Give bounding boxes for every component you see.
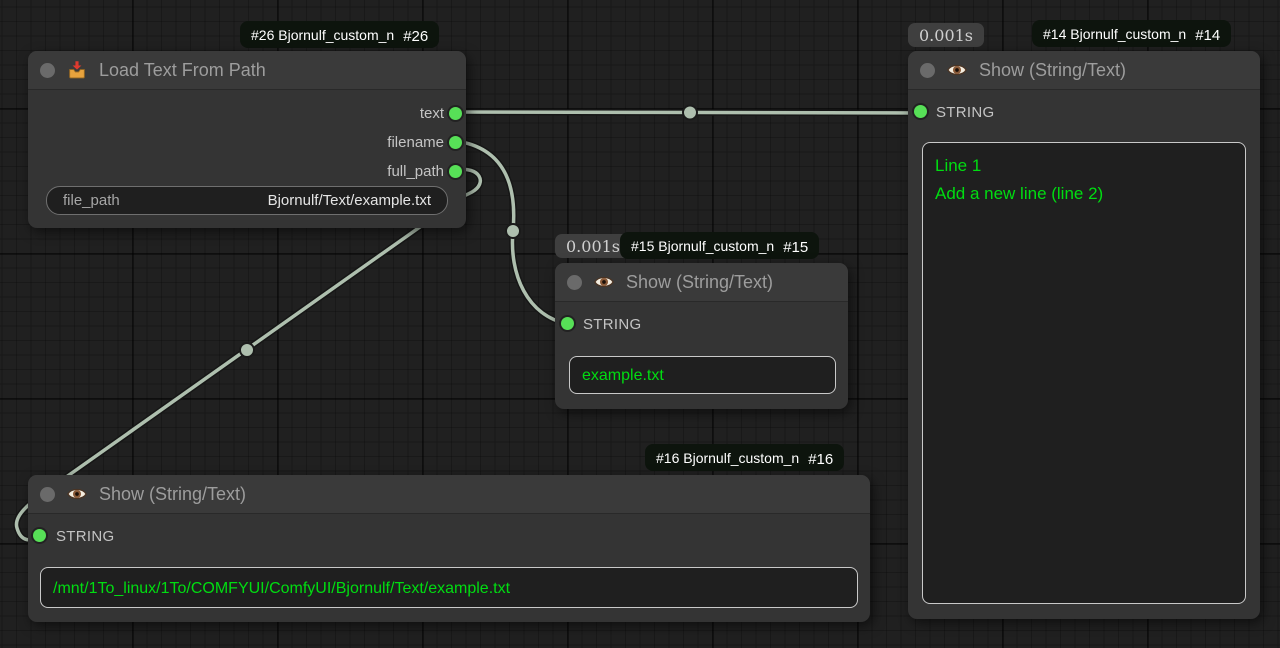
reroute-dot[interactable] [506, 224, 520, 238]
input-label-string: STRING [936, 104, 994, 121]
eye-icon [593, 271, 615, 293]
string-output-display[interactable]: example.txt [569, 356, 836, 394]
node-title: Show (String/Text) [99, 484, 246, 505]
node-load-text-from-path[interactable]: Load Text From Path text filename full_p… [28, 51, 466, 228]
badge-name-label: #26 Bjornulf_custom_n [251, 27, 394, 43]
reroute-dot[interactable] [683, 106, 697, 120]
string-output-display[interactable]: Line 1 Add a new line (line 2) [922, 142, 1246, 604]
output-dot-text[interactable] [449, 107, 462, 120]
input-dot-string[interactable] [561, 317, 574, 330]
output-dot-full-path[interactable] [449, 165, 462, 178]
collapse-button[interactable] [40, 63, 55, 78]
collapse-button[interactable] [920, 63, 935, 78]
node-title-bar[interactable]: Show (String/Text) [28, 475, 870, 514]
output-dot-filename[interactable] [449, 136, 462, 149]
badge-id-label: #15 [783, 239, 808, 256]
file-path-widget[interactable]: file_path Bjornulf/Text/example.txt [46, 186, 448, 215]
input-dot-string[interactable] [914, 105, 927, 118]
badge-name-label: #15 Bjornulf_custom_n [631, 238, 774, 254]
output-label-filename: filename [387, 134, 444, 151]
input-label-string: STRING [56, 528, 114, 545]
input-label-string: STRING [583, 316, 641, 333]
node-title-bar[interactable]: Load Text From Path [28, 51, 466, 90]
execution-time-badge: 0.001s [908, 23, 984, 47]
badge-id-label: #16 [808, 451, 833, 468]
output-slot-filename: filename [28, 128, 466, 157]
badge-name-label: #16 Bjornulf_custom_n [656, 450, 799, 466]
collapse-button[interactable] [40, 487, 55, 502]
input-slot-string: STRING [28, 523, 870, 549]
output-slot-full-path: full_path [28, 157, 466, 186]
string-output-display[interactable]: /mnt/1To_linux/1To/COMFYUI/ComfyUI/Bjorn… [40, 567, 858, 608]
node-badge-15: #15 Bjornulf_custom_n #15 [620, 232, 819, 259]
input-slot-string: STRING [908, 99, 1260, 125]
widget-label: file_path [63, 192, 120, 209]
comfyui-node-graph-canvas[interactable]: { "colors": { "wire": "#aebfae", "slot_d… [0, 0, 1280, 648]
widget-value: Bjornulf/Text/example.txt [268, 192, 431, 209]
execution-time-label: 0.001s [919, 26, 973, 45]
node-show-string-15[interactable]: Show (String/Text) STRING example.txt [555, 263, 848, 409]
badge-name-label: #14 Bjornulf_custom_n [1043, 26, 1186, 42]
execution-time-label: 0.001s [566, 237, 620, 256]
node-title: Show (String/Text) [626, 272, 773, 293]
node-show-string-14[interactable]: Show (String/Text) STRING Line 1 Add a n… [908, 51, 1260, 619]
input-slot-string: STRING [555, 311, 848, 337]
node-badge-14: #14 Bjornulf_custom_n #14 [1032, 20, 1231, 47]
eye-icon [946, 59, 968, 81]
badge-id-label: #14 [1195, 27, 1220, 44]
eye-icon [66, 483, 88, 505]
input-dot-string[interactable] [33, 529, 46, 542]
inbox-tray-icon [66, 59, 88, 81]
badge-id-label: #26 [403, 28, 428, 45]
node-title-bar[interactable]: Show (String/Text) [908, 51, 1260, 90]
output-label-full-path: full_path [387, 163, 444, 180]
output-slot-text: text [28, 99, 466, 128]
output-label-text: text [420, 105, 444, 122]
node-show-string-16[interactable]: Show (String/Text) STRING /mnt/1To_linux… [28, 475, 870, 622]
node-title: Show (String/Text) [979, 60, 1126, 81]
node-badge-16: #16 Bjornulf_custom_n #16 [645, 444, 844, 471]
collapse-button[interactable] [567, 275, 582, 290]
reroute-dot[interactable] [240, 343, 254, 357]
node-title: Load Text From Path [99, 60, 266, 81]
node-title-bar[interactable]: Show (String/Text) [555, 263, 848, 302]
node-badge-26: #26 Bjornulf_custom_n #26 [240, 21, 439, 48]
